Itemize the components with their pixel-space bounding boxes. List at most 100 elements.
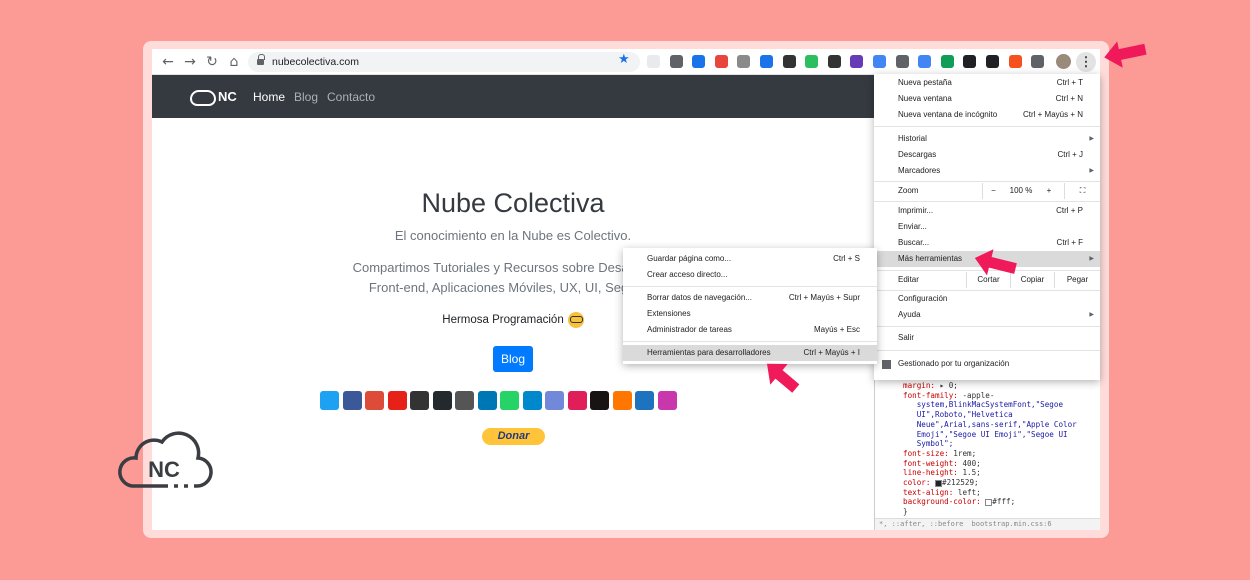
extension-icon[interactable] [940, 55, 954, 68]
extension-icon[interactable] [873, 55, 886, 68]
discord-icon[interactable] [545, 391, 564, 410]
footer-selector: *, ::after, ::before [879, 520, 964, 528]
extension-icon[interactable] [850, 55, 864, 68]
blog-button[interactable]: Blog [493, 346, 533, 372]
css-declaration[interactable]: color: #212529; [903, 478, 1077, 488]
home-icon[interactable]: ⌂ [224, 52, 244, 72]
linkedin-icon[interactable] [477, 391, 497, 410]
google-plus-icon[interactable] [365, 391, 384, 410]
soundcloud-icon[interactable] [612, 391, 632, 410]
footer-source[interactable]: bootstrap.min.css:6 [972, 520, 1052, 528]
menu-item-settings[interactable]: Configuración [874, 291, 1100, 307]
zoom-out-button[interactable]: − [982, 183, 1004, 199]
css-declaration[interactable]: font-family: -apple- [903, 391, 1077, 401]
menu-item-history[interactable]: Historial ▶ [874, 131, 1100, 147]
fullscreen-icon[interactable]: ⛶ [1064, 183, 1100, 199]
css-declaration[interactable]: Neue",Arial,sans-serif,"Apple Color [903, 420, 1077, 430]
css-declaration[interactable]: UI",Roboto,"Helvetica [903, 410, 1077, 420]
bookmark-star-icon[interactable]: ★ [618, 52, 630, 67]
color-swatch-icon[interactable] [935, 479, 943, 487]
menu-item-help[interactable]: Ayuda ▶ [874, 307, 1100, 323]
spotify-icon[interactable] [590, 391, 609, 410]
menu-item-new-tab[interactable]: Nueva pestaña Ctrl + T [874, 75, 1100, 91]
profile-avatar[interactable] [1056, 54, 1071, 69]
menu-separator [623, 286, 877, 287]
submenu-item-create-shortcut[interactable]: Crear acceso directo... [623, 267, 877, 283]
zoom-in-button[interactable]: + [1038, 183, 1060, 199]
css-declaration[interactable]: Emoji","Segoe UI Emoji","Segoe UI [903, 430, 1077, 440]
css-declaration[interactable]: margin: ▸ 0; [903, 381, 1077, 391]
chrome-menu-button[interactable]: ⋮ [1076, 52, 1096, 72]
nav-link-blog[interactable]: Blog [294, 90, 318, 104]
menu-item-managed[interactable]: Gestionado por tu organización [874, 356, 1100, 372]
menu-item-bookmarks[interactable]: Marcadores ▶ [874, 163, 1100, 179]
css-declaration[interactable]: background-color: #fff; [903, 497, 1077, 507]
nav-link-contacto[interactable]: Contacto [327, 90, 375, 104]
extension-icon[interactable] [714, 55, 728, 68]
tagline-text: Hermosa Programación [442, 314, 564, 327]
nerd-emoji-icon [567, 312, 584, 328]
instagram-icon[interactable] [455, 391, 474, 410]
site-logo[interactable]: NC [190, 87, 238, 107]
hands-icon[interactable] [657, 391, 677, 410]
css-declaration[interactable]: text-align: left; [903, 488, 1077, 498]
extension-icon[interactable] [895, 55, 909, 68]
extension-icon[interactable] [647, 55, 660, 68]
submenu-item-clear-data[interactable]: Borrar datos de navegación... Ctrl + Mayú… [623, 290, 877, 306]
youtube-box-icon[interactable] [410, 391, 429, 410]
youtube-icon[interactable] [387, 391, 407, 410]
slack-icon[interactable] [567, 391, 587, 410]
nube-colectiva-logo: NC [118, 431, 213, 489]
extension-icon[interactable] [805, 55, 819, 68]
extension-icon[interactable] [1031, 55, 1045, 68]
menu-separator [623, 341, 877, 342]
handshake-icon[interactable] [635, 391, 654, 410]
address-bar[interactable]: nubecolectiva.com [248, 52, 640, 72]
back-arrow-icon[interactable]: ← [158, 52, 178, 72]
github-icon[interactable] [432, 391, 452, 410]
twitter-icon[interactable] [320, 391, 339, 410]
css-code: margin: ▸ 0; font-family: -apple- system,… [903, 381, 1077, 517]
css-declaration[interactable]: font-size: 1rem; [903, 449, 1077, 459]
menu-item-cast[interactable]: Enviar... [874, 219, 1100, 235]
extension-icon[interactable] [782, 55, 796, 68]
social-icons-row [320, 391, 710, 411]
logo-text: NC [148, 457, 180, 482]
telegram-icon[interactable] [522, 391, 542, 410]
css-declaration[interactable]: Symbol"; [903, 439, 1077, 449]
menu-separator [874, 326, 1100, 327]
devtools-footer: *, ::after, ::before bootstrap.min.css:6 [875, 518, 1100, 530]
menu-item-incognito[interactable]: Nueva ventana de incógnito Ctrl + Mayús +… [874, 107, 1100, 123]
submenu-item-dev-tools[interactable]: Herramientas para desarrolladores Ctrl + … [623, 345, 877, 361]
extension-icon[interactable] [692, 55, 706, 68]
paste-button[interactable]: Pegar [1054, 272, 1100, 288]
site-logo-text: NC [218, 89, 237, 104]
menu-item-new-window[interactable]: Nueva ventana Ctrl + N [874, 91, 1100, 107]
whatsapp-icon[interactable] [500, 391, 519, 410]
extension-icon[interactable] [737, 55, 751, 68]
menu-item-exit[interactable]: Salir [874, 330, 1100, 346]
submenu-item-task-manager[interactable]: Administrador de tareas Mayús + Esc [623, 322, 877, 338]
css-declaration[interactable]: line-height: 1.5; [903, 468, 1077, 478]
extension-icon[interactable] [918, 55, 932, 68]
donate-button[interactable]: Donar [482, 428, 545, 445]
pointer-arrow-more-tools [974, 249, 1017, 276]
facebook-icon[interactable] [342, 391, 362, 410]
menu-separator [874, 126, 1100, 127]
reload-icon[interactable]: ↻ [202, 52, 222, 72]
submenu-item-save-page[interactable]: Guardar página como... Ctrl + S [623, 251, 877, 267]
extension-icon[interactable] [1008, 55, 1022, 68]
extension-icon[interactable] [827, 55, 841, 68]
extension-icon[interactable] [963, 55, 977, 68]
nav-link-home[interactable]: Home [253, 90, 285, 104]
extension-icon[interactable] [760, 55, 773, 68]
browser-toolbar: ← → ↻ ⌂ nubecolectiva.com ★ ⋮ [152, 49, 1100, 75]
menu-item-downloads[interactable]: Descargas Ctrl + J [874, 147, 1100, 163]
css-declaration[interactable]: system,BlinkMacSystemFont,"Segoe [903, 400, 1077, 410]
forward-arrow-icon[interactable]: → [180, 52, 200, 72]
css-declaration[interactable]: font-weight: 400; [903, 459, 1077, 469]
extension-icon[interactable] [669, 55, 683, 68]
submenu-item-extensions[interactable]: Extensiones [623, 306, 877, 322]
extension-icon[interactable] [986, 55, 999, 68]
menu-item-print[interactable]: Imprimir... Ctrl + P [874, 203, 1100, 219]
